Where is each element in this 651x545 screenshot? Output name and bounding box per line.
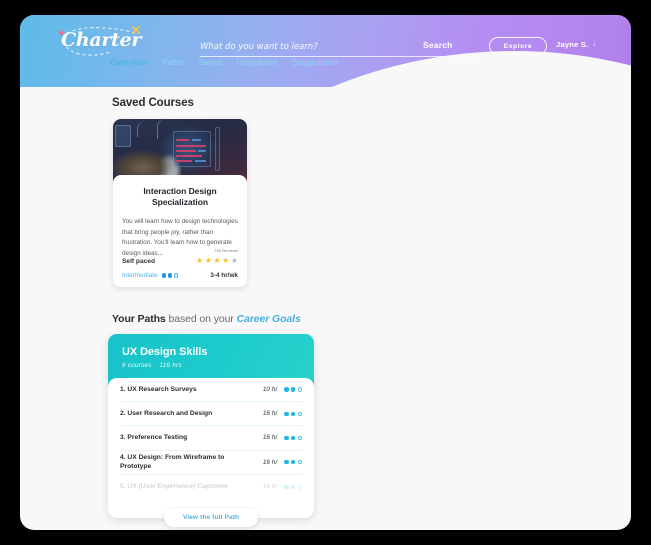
path-item-dots <box>284 387 302 392</box>
user-menu[interactable]: Jayne S. ↓ <box>556 40 596 49</box>
course-card-body: Interaction Design Specialization You wi… <box>113 175 247 287</box>
view-full-path-button[interactable]: View the full Path <box>164 508 258 527</box>
hours-per-week-label: 3-4 hr/wk <box>210 272 238 279</box>
paths-heading-mid: based on your <box>165 313 237 325</box>
path-total-hours: 116 hrs <box>159 362 182 369</box>
path-item-hours: 10 hr <box>262 386 278 394</box>
difficulty-label: Intermediate <box>122 272 158 279</box>
dot-filled-icon <box>284 484 289 490</box>
dot-empty-icon <box>297 435 302 441</box>
path-list-item[interactable]: 3. Preference Testing 16 hr <box>120 426 302 451</box>
explore-button[interactable]: Explore <box>489 37 547 55</box>
course-meta: 738 Reviews Self paced ★ ★ ★ ★ ★ Interme… <box>122 248 238 279</box>
dot-filled-icon <box>291 459 296 465</box>
dot-empty-icon <box>297 387 302 392</box>
course-meta-row-rating: Self paced ★ ★ ★ ★ ★ <box>122 255 238 267</box>
path-item-hours: 16 hr <box>262 410 278 418</box>
path-item-dots <box>284 435 302 441</box>
difficulty-dots <box>161 273 179 278</box>
path-courses-count: 6 courses <box>122 362 152 369</box>
dot-filled-icon <box>291 484 296 490</box>
charter-logo[interactable]: Charter <box>47 24 167 58</box>
path-list-item[interactable]: 4. UX Design: From Wireframe to Prototyp… <box>120 451 302 475</box>
course-meta-row-difficulty: Intermediate 3-4 hr/wk <box>122 272 238 279</box>
rating-stars: ★ ★ ★ ★ ★ <box>196 257 238 265</box>
path-list-item[interactable]: 2. User Research and Design 16 hr <box>120 402 302 427</box>
path-item-name: 4. UX Design: From Wireframe to Prototyp… <box>120 454 225 471</box>
chevron-down-icon: ↓ <box>592 41 596 48</box>
dot-filled-icon <box>284 435 289 441</box>
dot-filled-icon <box>291 435 296 441</box>
dot-empty-icon <box>297 484 302 490</box>
path-item-dots <box>284 411 302 416</box>
search-button[interactable]: Search <box>423 40 453 50</box>
dot-filled-icon <box>284 411 289 416</box>
path-item-name: 5. UX (User Experience) Capstone <box>120 483 228 491</box>
saved-course-card[interactable]: Interaction Design Specialization You wi… <box>113 119 247 287</box>
path-subtitle: 6 courses 116 hrs <box>122 362 207 369</box>
tab-paths[interactable]: Paths <box>162 57 184 67</box>
tab-suggestions[interactable]: Suggestions <box>292 57 339 67</box>
path-item-name: 1. UX Research Surveys <box>120 386 197 394</box>
app-window: Charter Search Explore Jayne S. ↓ Overvi… <box>20 15 631 530</box>
path-item-hours: 16 hr <box>262 483 278 491</box>
path-card[interactable]: UX Design Skills 6 courses 116 hrs 1. UX … <box>108 334 314 518</box>
dot-empty-icon <box>173 273 179 278</box>
path-list-item[interactable]: 5. UX (User Experience) Capstone 16 hr <box>120 475 302 499</box>
paths-heading: Your Paths based on your Career Goals <box>112 313 301 325</box>
difficulty-indicator: Intermediate <box>122 272 179 279</box>
path-item-name: 2. User Research and Design <box>120 410 213 418</box>
path-course-list: 1. UX Research Surveys 10 hr 2. User Res… <box>108 378 314 518</box>
star-icon: ★ <box>213 256 221 265</box>
path-item-hours: 16 hr <box>262 458 278 466</box>
path-card-header: UX Design Skills 6 courses 116 hrs <box>122 346 207 369</box>
saved-courses-title: Saved Courses <box>112 97 194 109</box>
star-icon-empty: ★ <box>230 256 238 265</box>
page-root: Charter Search Explore Jayne S. ↓ Overvi… <box>0 0 651 545</box>
dot-filled-icon <box>161 273 166 278</box>
course-pace-label: Self paced <box>122 257 155 265</box>
dot-empty-icon <box>297 411 302 416</box>
career-goals-link[interactable]: Career Goals <box>237 313 301 325</box>
dot-filled-icon <box>291 387 296 392</box>
paths-heading-bold: Your Paths <box>112 313 166 325</box>
dot-filled-icon <box>284 387 289 392</box>
tab-overview[interactable]: Overview <box>110 57 148 67</box>
path-item-dots <box>284 459 302 465</box>
dot-filled-icon <box>284 459 289 465</box>
app-header: Charter Search Explore Jayne S. ↓ Overvi… <box>20 15 631 471</box>
path-item-dots <box>284 484 302 490</box>
star-icon: ★ <box>204 256 212 265</box>
star-icon: ★ <box>222 256 230 265</box>
dot-empty-icon <box>297 459 302 465</box>
path-item-name: 3. Preference Testing <box>120 434 188 442</box>
course-title: Interaction Design Specialization <box>143 186 217 208</box>
path-item-hours: 16 hr <box>262 434 278 442</box>
tab-saved[interactable]: Saved <box>198 57 222 67</box>
reviews-count-label: 738 Reviews <box>213 248 238 253</box>
nav-tabs: Overview Paths Saved Completed Suggestio… <box>110 57 339 67</box>
path-list-item[interactable]: 1. UX Research Surveys 10 hr <box>120 378 302 403</box>
dot-filled-icon <box>291 411 296 416</box>
tab-completed[interactable]: Completed <box>236 57 277 67</box>
star-icon: ★ <box>196 256 204 265</box>
dot-filled-icon <box>167 273 172 278</box>
logo-text: Charter <box>61 29 142 51</box>
user-name-label: Jayne S. <box>556 40 589 49</box>
path-title: UX Design Skills <box>122 346 208 358</box>
